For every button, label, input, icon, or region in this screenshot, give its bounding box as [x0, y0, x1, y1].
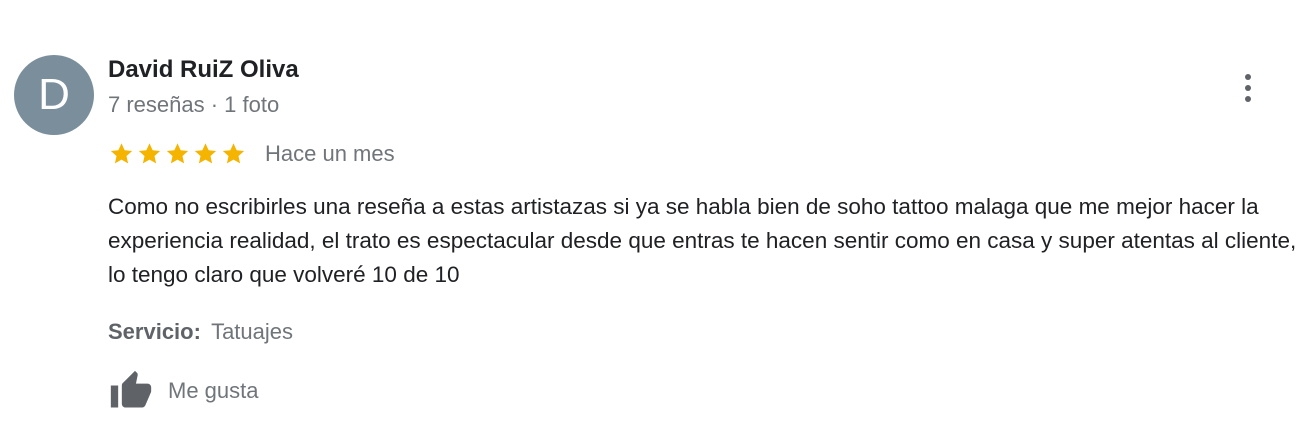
- service-info: Servicio: Tatuajes: [108, 319, 293, 345]
- star-icon: [192, 141, 219, 167]
- rating-row: Hace un mes: [108, 138, 395, 170]
- star-rating: [108, 141, 247, 167]
- like-label: Me gusta: [168, 378, 259, 403]
- star-icon: [220, 141, 247, 167]
- thumbs-up-icon: [108, 369, 154, 413]
- avatar[interactable]: D: [14, 55, 94, 135]
- service-value: Tatuajes: [211, 319, 294, 344]
- review-card: D David RuiZ Oliva 7 reseñas · 1 foto Ha…: [0, 0, 1314, 446]
- like-button[interactable]: Me gusta: [108, 368, 259, 414]
- star-icon: [164, 141, 191, 167]
- star-icon: [136, 141, 163, 167]
- author-meta: 7 reseñas · 1 foto: [108, 92, 280, 117]
- star-icon: [108, 141, 135, 167]
- review-text: Como no escribirles una reseña a estas a…: [108, 194, 1297, 287]
- service-label: Servicio:: [108, 319, 201, 344]
- more-vert-icon: [1245, 74, 1251, 102]
- review-date: Hace un mes: [265, 141, 395, 166]
- avatar-initial: D: [38, 70, 70, 119]
- author-name[interactable]: David RuiZ Oliva: [108, 56, 299, 84]
- more-options-button[interactable]: [1226, 66, 1270, 110]
